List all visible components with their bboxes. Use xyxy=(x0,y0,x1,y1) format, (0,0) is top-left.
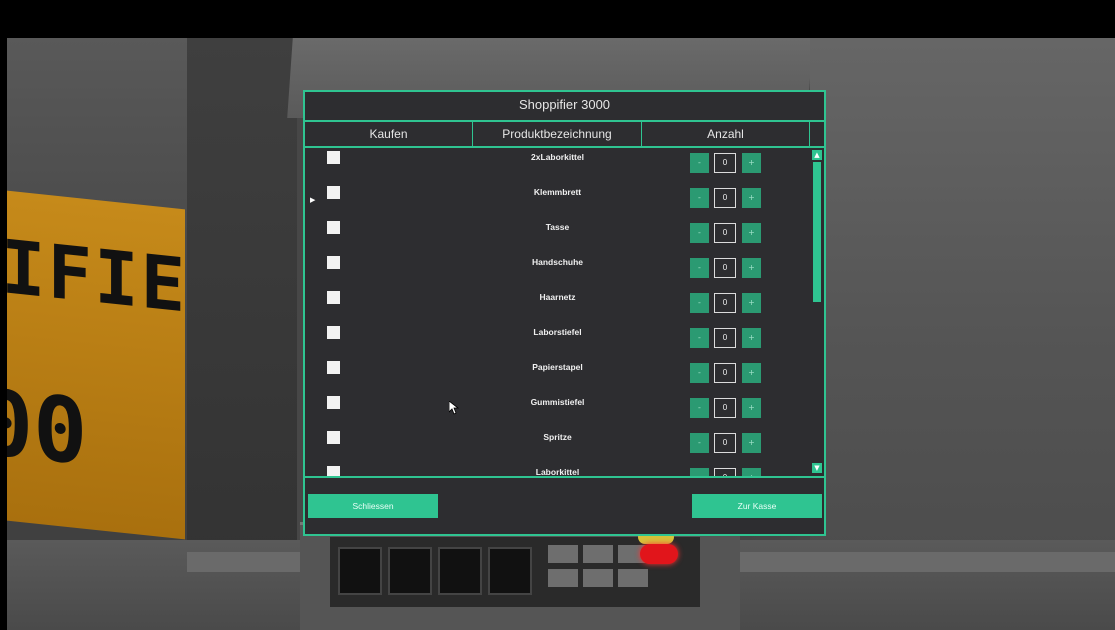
buy-checkbox[interactable] xyxy=(327,431,340,444)
decrease-button[interactable]: - xyxy=(690,258,709,278)
shoppifier-sign: IFIER 00 xyxy=(7,190,185,540)
list-item: Klemmbrett - 0 + xyxy=(305,185,810,220)
decrease-button[interactable]: - xyxy=(690,328,709,348)
product-name: Spritze xyxy=(543,432,572,442)
keypad-small-key xyxy=(583,569,613,587)
product-name: Handschuhe xyxy=(531,257,583,267)
keypad-key xyxy=(488,547,532,595)
increase-button[interactable]: + xyxy=(742,468,761,476)
list-item: Papierstapel - 0 + xyxy=(305,360,810,395)
product-name: Laborkittel xyxy=(535,467,580,476)
product-list: 2xLaborkittel - 0 + Klemmbrett - 0 + Tas… xyxy=(305,150,810,476)
scroll-down-arrow-icon[interactable]: ▼ xyxy=(812,463,822,473)
close-button[interactable]: Schliessen xyxy=(308,494,438,518)
buy-checkbox[interactable] xyxy=(327,256,340,269)
quantity-field[interactable]: 0 xyxy=(714,363,736,383)
table-header: Kaufen Produktbezeichnung Anzahl xyxy=(305,122,824,148)
buy-checkbox[interactable] xyxy=(327,221,340,234)
dialog-title: Shoppifier 3000 xyxy=(305,92,824,122)
header-scroll-spacer xyxy=(810,122,824,146)
scrollbar-thumb[interactable] xyxy=(813,162,821,302)
product-name: Klemmbrett xyxy=(533,187,582,197)
list-item: Haarnetz - 0 + xyxy=(305,290,810,325)
quantity-field[interactable]: 0 xyxy=(714,293,736,313)
quantity-field[interactable]: 0 xyxy=(714,188,736,208)
increase-button[interactable]: + xyxy=(742,433,761,453)
mouse-cursor-icon xyxy=(449,401,459,415)
buy-checkbox[interactable] xyxy=(327,361,340,374)
increase-button[interactable]: + xyxy=(742,258,761,278)
product-name: 2xLaborkittel xyxy=(531,152,584,162)
header-anzahl: Anzahl xyxy=(642,122,810,146)
decrease-button[interactable]: - xyxy=(690,363,709,383)
increase-button[interactable]: + xyxy=(742,223,761,243)
row-pointer-icon: ▶ xyxy=(310,196,316,204)
increase-button[interactable]: + xyxy=(742,328,761,348)
scroll-up-arrow-icon[interactable]: ▲ xyxy=(812,150,822,160)
list-item: Spritze - 0 + xyxy=(305,430,810,465)
increase-button[interactable]: + xyxy=(742,398,761,418)
quantity-field[interactable]: 0 xyxy=(714,433,736,453)
increase-button[interactable]: + xyxy=(742,293,761,313)
quantity-field[interactable]: 0 xyxy=(714,258,736,278)
keypad-small-key xyxy=(548,545,578,563)
keypad-key xyxy=(388,547,432,595)
keypad-key xyxy=(438,547,482,595)
list-scrollbar[interactable]: ▲ ▼ xyxy=(812,150,824,476)
list-item: Handschuhe - 0 + xyxy=(305,255,810,290)
product-name: Tasse xyxy=(545,222,570,232)
header-produktbezeichnung: Produktbezeichnung xyxy=(473,122,642,146)
list-item: Laborstiefel - 0 + xyxy=(305,325,810,360)
keypad-small-key xyxy=(618,569,648,587)
letterbox-top xyxy=(0,0,1115,38)
buy-checkbox[interactable] xyxy=(327,466,340,476)
product-name: Haarnetz xyxy=(539,292,576,302)
sign-text-line1: IFIER xyxy=(7,224,185,335)
product-name: Gummistiefel xyxy=(530,397,585,407)
buy-checkbox[interactable] xyxy=(327,326,340,339)
buy-checkbox[interactable] xyxy=(327,186,340,199)
quantity-field[interactable]: 0 xyxy=(714,468,736,476)
list-item: Laborkittel - 0 + xyxy=(305,465,810,476)
increase-button[interactable]: + xyxy=(742,153,761,173)
footer-divider xyxy=(305,476,824,478)
list-item: 2xLaborkittel - 0 + xyxy=(305,150,810,185)
buy-checkbox[interactable] xyxy=(327,151,340,164)
keypad-key xyxy=(338,547,382,595)
letterbox-left xyxy=(0,0,7,630)
keypad-small-key xyxy=(548,569,578,587)
list-item: Tasse - 0 + xyxy=(305,220,810,255)
red-led xyxy=(640,544,678,564)
product-name: Laborstiefel xyxy=(533,327,582,337)
list-item: Gummistiefel - 0 + xyxy=(305,395,810,430)
quantity-field[interactable]: 0 xyxy=(714,153,736,173)
decrease-button[interactable]: - xyxy=(690,398,709,418)
quantity-field[interactable]: 0 xyxy=(714,398,736,418)
buy-checkbox[interactable] xyxy=(327,291,340,304)
decrease-button[interactable]: - xyxy=(690,433,709,453)
sign-text-line2: 00 xyxy=(7,369,88,487)
decrease-button[interactable]: - xyxy=(690,153,709,173)
quantity-field[interactable]: 0 xyxy=(714,223,736,243)
decrease-button[interactable]: - xyxy=(690,188,709,208)
machine-keypad xyxy=(300,522,740,630)
checkout-button[interactable]: Zur Kasse xyxy=(692,494,822,518)
increase-button[interactable]: + xyxy=(742,188,761,208)
keypad-small-key xyxy=(583,545,613,563)
header-kaufen: Kaufen xyxy=(305,122,473,146)
left-wall-shadow xyxy=(187,38,297,558)
decrease-button[interactable]: - xyxy=(690,293,709,313)
buy-checkbox[interactable] xyxy=(327,396,340,409)
decrease-button[interactable]: - xyxy=(690,468,709,476)
quantity-field[interactable]: 0 xyxy=(714,328,736,348)
decrease-button[interactable]: - xyxy=(690,223,709,243)
product-name: Papierstapel xyxy=(532,362,583,372)
shop-dialog: Shoppifier 3000 Kaufen Produktbezeichnun… xyxy=(303,90,826,536)
increase-button[interactable]: + xyxy=(742,363,761,383)
